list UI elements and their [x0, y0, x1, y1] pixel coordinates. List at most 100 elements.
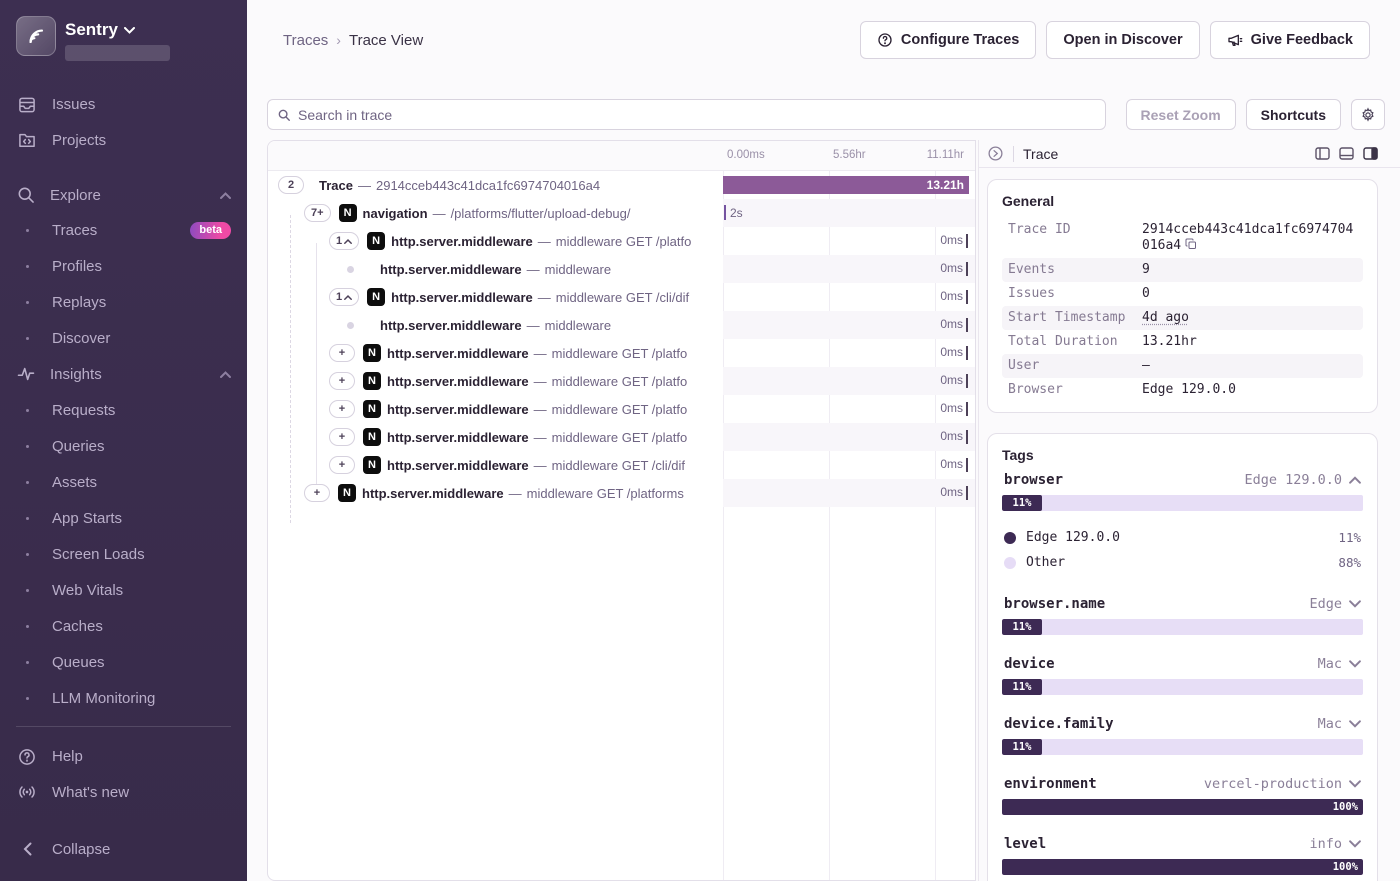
sidebar-collapse-button[interactable]: Collapse: [0, 832, 247, 867]
chevron-right-circle-icon[interactable]: [987, 145, 1004, 162]
span-row[interactable]: + N http.server.middleware — middleware …: [268, 339, 975, 367]
span-expand-badge[interactable]: +: [329, 372, 355, 390]
tag-header[interactable]: device Mac: [1002, 656, 1363, 672]
span-timeline-cell[interactable]: 0ms: [723, 283, 975, 311]
trace-settings-button[interactable]: [1351, 99, 1385, 130]
sidebar-item-caches[interactable]: Caches: [0, 608, 247, 644]
tag-header[interactable]: browser.name Edge: [1002, 596, 1363, 612]
sidebar-subitem-label: Replays: [52, 294, 106, 311]
span-expand-badge[interactable]: 2: [278, 176, 304, 194]
tag-value: Edge 129.0.0: [1244, 472, 1342, 488]
details-scroll-area[interactable]: General Trace ID 2914cceb443c41dca1fc697…: [979, 168, 1400, 881]
sidebar-item-profiles[interactable]: Profiles: [0, 249, 247, 285]
sidebar-group-insights[interactable]: Insights: [0, 357, 247, 392]
span-row[interactable]: + N http.server.middleware — middleware …: [268, 423, 975, 451]
sidebar-item-screen-loads[interactable]: Screen Loads: [0, 536, 247, 572]
span-timeline-cell[interactable]: 0ms: [723, 451, 975, 479]
span-expand-badge[interactable]: +: [329, 400, 355, 418]
sidebar-item-assets[interactable]: Assets: [0, 464, 247, 500]
header-divider: [1013, 146, 1014, 162]
chevron-up-icon: [344, 239, 352, 244]
span-expand-badge[interactable]: +: [329, 456, 355, 474]
chevron-down-icon: [1349, 840, 1361, 848]
dock-left-icon[interactable]: [1315, 147, 1330, 160]
span-timeline-cell[interactable]: 0ms: [723, 367, 975, 395]
span-expand-badge[interactable]: +: [329, 344, 355, 362]
tag-header[interactable]: browser Edge 129.0.0: [1002, 472, 1363, 488]
shortcuts-button[interactable]: Shortcuts: [1246, 99, 1341, 130]
timeline-header[interactable]: 0.00ms 5.56hr 11.11hr: [268, 141, 975, 171]
sidebar-item-discover[interactable]: Discover: [0, 321, 247, 357]
span-row[interactable]: 2 Trace — 2914cceb443c41dca1fc6974704016…: [268, 171, 975, 199]
span-timeline-cell[interactable]: 0ms: [723, 227, 975, 255]
span-description: 2914cceb443c41dca1fc6974704016a4: [376, 178, 600, 193]
sidebar-item-queues[interactable]: Queues: [0, 644, 247, 680]
dock-right-icon[interactable]: [1363, 147, 1378, 160]
tag-value-toggle[interactable]: vercel-production: [1204, 776, 1361, 792]
configure-traces-button[interactable]: Configure Traces: [860, 21, 1036, 59]
span-row[interactable]: 7+ N navigation — /platforms/flutter/upl…: [268, 199, 975, 227]
open-in-discover-button[interactable]: Open in Discover: [1046, 21, 1199, 59]
tag-value-toggle[interactable]: Mac: [1318, 716, 1361, 732]
dock-bottom-icon[interactable]: [1339, 147, 1354, 160]
span-timeline-cell[interactable]: 0ms: [723, 395, 975, 423]
tag-value-toggle[interactable]: Edge: [1309, 596, 1361, 612]
reset-zoom-button[interactable]: Reset Zoom: [1126, 99, 1236, 130]
span-op: http.server.middleware: [380, 262, 522, 277]
span-timeline-cell[interactable]: 0ms: [723, 255, 975, 283]
sidebar-item-web-vitals[interactable]: Web Vitals: [0, 572, 247, 608]
span-row[interactable]: 1 N http.server.middleware — middleware …: [268, 227, 975, 255]
span-tick: [966, 234, 968, 248]
sidebar-item-issues[interactable]: Issues: [0, 87, 247, 122]
span-timeline-cell[interactable]: 0ms: [723, 339, 975, 367]
span-row[interactable]: + N http.server.middleware — middleware …: [268, 367, 975, 395]
sidebar-item-replays[interactable]: Replays: [0, 285, 247, 321]
nextjs-icon: N: [363, 400, 381, 418]
span-timeline-cell[interactable]: 0ms: [723, 479, 975, 507]
span-row[interactable]: + N http.server.middleware — middleware …: [268, 395, 975, 423]
tag-value-toggle[interactable]: Edge 129.0.0: [1244, 472, 1361, 488]
span-row[interactable]: + N http.server.middleware — middleware …: [268, 451, 975, 479]
give-feedback-button[interactable]: Give Feedback: [1210, 21, 1370, 59]
sidebar-item-llm-monitoring[interactable]: LLM Monitoring: [0, 680, 247, 716]
tag-value-toggle[interactable]: info: [1309, 836, 1361, 852]
configure-traces-label: Configure Traces: [901, 32, 1019, 48]
sidebar-item-whats-new[interactable]: What's new: [0, 774, 247, 809]
org-switcher[interactable]: Sentry: [0, 16, 247, 61]
search-input[interactable]: [298, 107, 1096, 123]
nextjs-icon: N: [363, 428, 381, 446]
sidebar-item-queries[interactable]: Queries: [0, 428, 247, 464]
tag-header[interactable]: environment vercel-production: [1002, 776, 1363, 792]
sidebar-item-requests[interactable]: Requests: [0, 392, 247, 428]
tag-value-toggle[interactable]: Mac: [1318, 656, 1361, 672]
sidebar-item-projects[interactable]: Projects: [0, 122, 247, 157]
span-timeline-cell[interactable]: 13.21h: [723, 171, 975, 199]
breadcrumb-traces[interactable]: Traces: [283, 32, 328, 49]
span-timeline-cell[interactable]: 0ms: [723, 423, 975, 451]
copy-icon[interactable]: [1185, 238, 1197, 250]
span-row[interactable]: 1 N http.server.middleware — middleware …: [268, 283, 975, 311]
span-expand-badge[interactable]: +: [329, 428, 355, 446]
span-row[interactable]: http.server.middleware — middleware 0ms: [268, 311, 975, 339]
span-expand-badge[interactable]: 1: [329, 232, 359, 250]
span-row[interactable]: http.server.middleware — middleware 0ms: [268, 255, 975, 283]
span-expand-badge[interactable]: 1: [329, 288, 359, 306]
span-expand-badge[interactable]: 7+: [304, 204, 331, 222]
sidebar-group-explore[interactable]: Explore: [0, 177, 247, 212]
span-row[interactable]: + N http.server.middleware — middleware …: [268, 479, 975, 507]
general-row: Trace ID 2914cceb443c41dca1fc6974704016a…: [1002, 218, 1363, 258]
sidebar-item-traces[interactable]: Traces beta: [0, 213, 247, 249]
tag-header[interactable]: level info: [1002, 836, 1363, 852]
general-row: Events 9: [1002, 258, 1363, 282]
tag-header[interactable]: device.family Mac: [1002, 716, 1363, 732]
sidebar-item-app-starts[interactable]: App Starts: [0, 500, 247, 536]
trace-duration-bar[interactable]: 13.21h: [723, 176, 969, 194]
tag-bar-fill: 100%: [1002, 859, 1363, 875]
span-timeline-cell[interactable]: 2s: [723, 199, 975, 227]
span-timeline-cell[interactable]: 0ms: [723, 311, 975, 339]
leaf-bullet-icon: [347, 266, 354, 273]
span-separator: —: [527, 318, 540, 333]
span-expand-badge[interactable]: +: [304, 484, 330, 502]
help-circle-icon: [16, 747, 38, 767]
sidebar-item-help[interactable]: Help: [0, 739, 247, 774]
